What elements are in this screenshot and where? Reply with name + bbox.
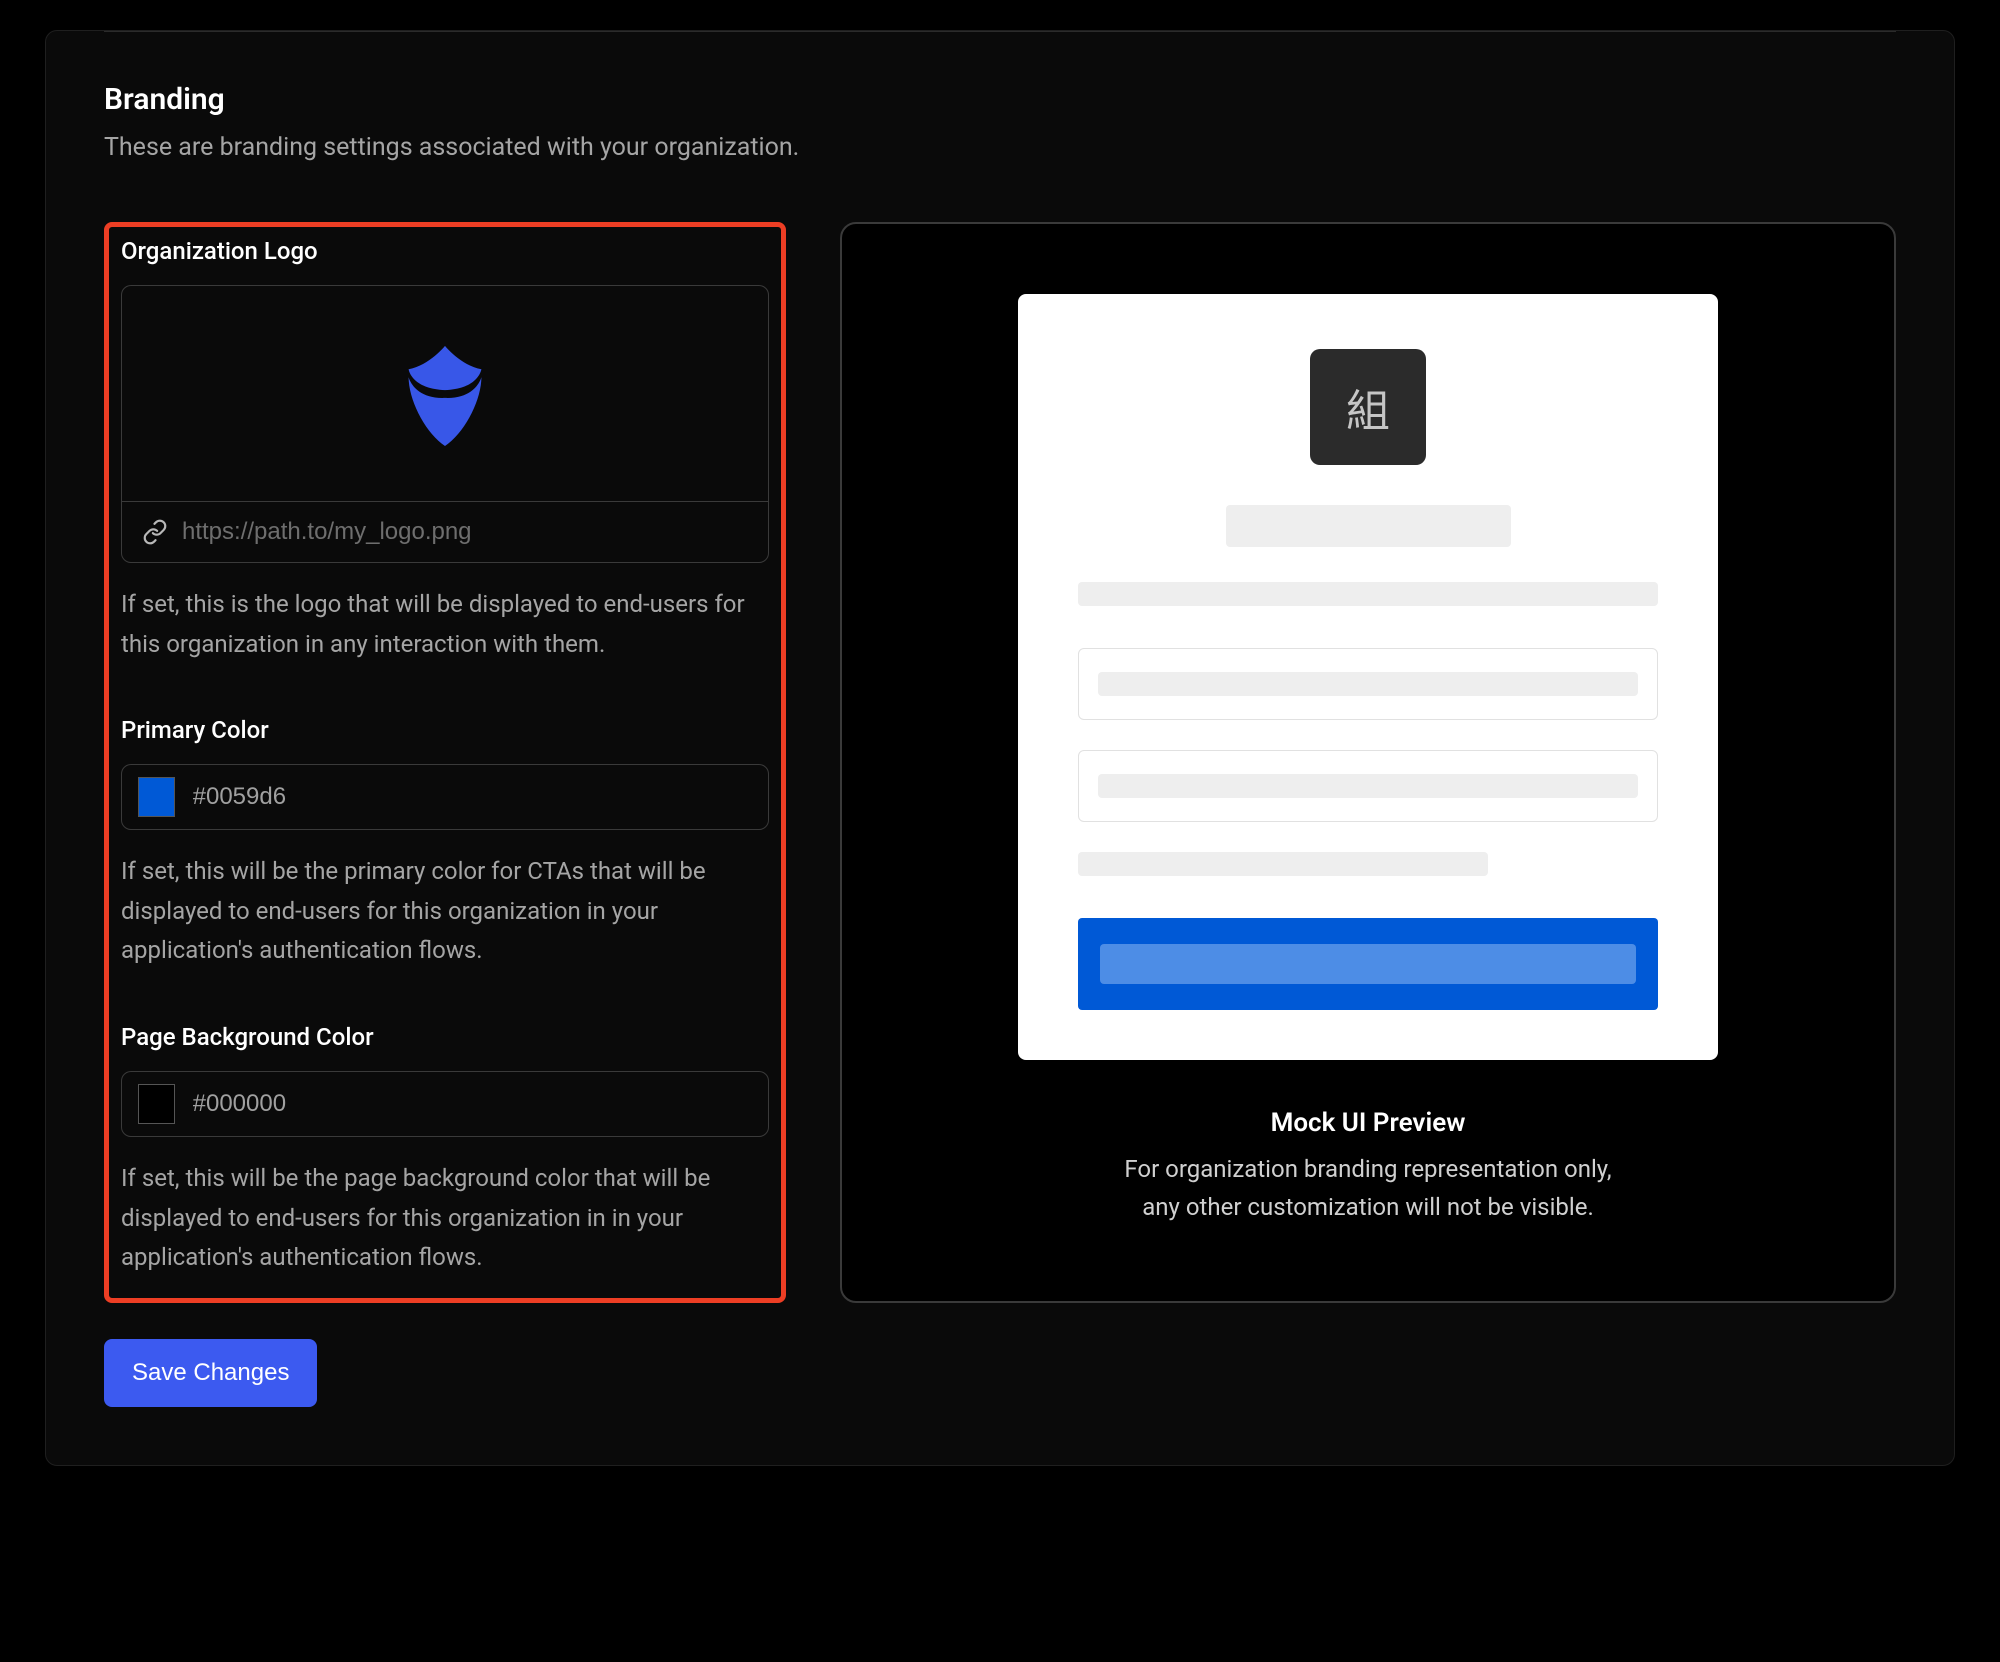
preview-caption-title: Mock UI Preview <box>1124 1108 1611 1138</box>
logo-help-text: If set, this is the logo that will be di… <box>121 585 769 664</box>
preview-panel: 組 Mock UI Preview <box>840 222 1896 1303</box>
bg-color-help: If set, this will be the page background… <box>121 1159 769 1278</box>
preview-caption: Mock UI Preview For organization brandin… <box>1124 1108 1611 1227</box>
preview-card: 組 <box>1018 294 1718 1060</box>
primary-color-input[interactable] <box>193 783 752 811</box>
section-title: Branding <box>104 82 1896 117</box>
section-description: These are branding settings associated w… <box>104 133 1896 162</box>
save-button[interactable]: Save Changes <box>104 1339 317 1407</box>
preview-skel-button-inner <box>1100 944 1636 984</box>
bg-color-input[interactable] <box>193 1090 752 1118</box>
logo-box <box>121 285 769 563</box>
bg-color-row <box>121 1071 769 1137</box>
primary-color-swatch[interactable] <box>138 777 175 817</box>
primary-color-label: Primary Color <box>121 716 769 744</box>
logo-field-group: Organization Logo <box>121 237 769 664</box>
logo-url-input[interactable] <box>182 518 748 546</box>
bg-color-label: Page Background Color <box>121 1023 769 1051</box>
preview-logo-box: 組 <box>1310 349 1426 465</box>
preview-skel-input-2-inner <box>1098 774 1638 798</box>
preview-skel-button <box>1078 918 1658 1010</box>
primary-color-field-group: Primary Color If set, this will be the p… <box>121 716 769 971</box>
primary-color-row <box>121 764 769 830</box>
bg-color-field-group: Page Background Color If set, this will … <box>121 1023 769 1278</box>
preview-skel-subtitle <box>1078 582 1658 606</box>
shield-logo-icon <box>380 334 510 454</box>
branding-form-highlight: Organization Logo <box>104 222 786 1303</box>
preview-skel-input-1-inner <box>1098 672 1638 696</box>
preview-skel-input-2 <box>1078 750 1658 822</box>
org-logo-label: Organization Logo <box>121 237 769 265</box>
logo-url-row <box>122 502 768 562</box>
preview-caption-line1: For organization branding representation… <box>1124 1150 1611 1188</box>
link-icon <box>142 519 168 545</box>
logo-preview <box>122 286 768 502</box>
preview-caption-line2: any other customization will not be visi… <box>1124 1188 1611 1226</box>
branding-card: Branding These are branding settings ass… <box>45 30 1955 1466</box>
divider <box>104 31 1896 32</box>
preview-logo-glyph: 組 <box>1346 375 1390 439</box>
preview-skel-input-1 <box>1078 648 1658 720</box>
preview-skel-helper <box>1078 852 1488 876</box>
preview-skel-title <box>1226 505 1511 547</box>
bg-color-swatch[interactable] <box>138 1084 175 1124</box>
primary-color-help: If set, this will be the primary color f… <box>121 852 769 971</box>
